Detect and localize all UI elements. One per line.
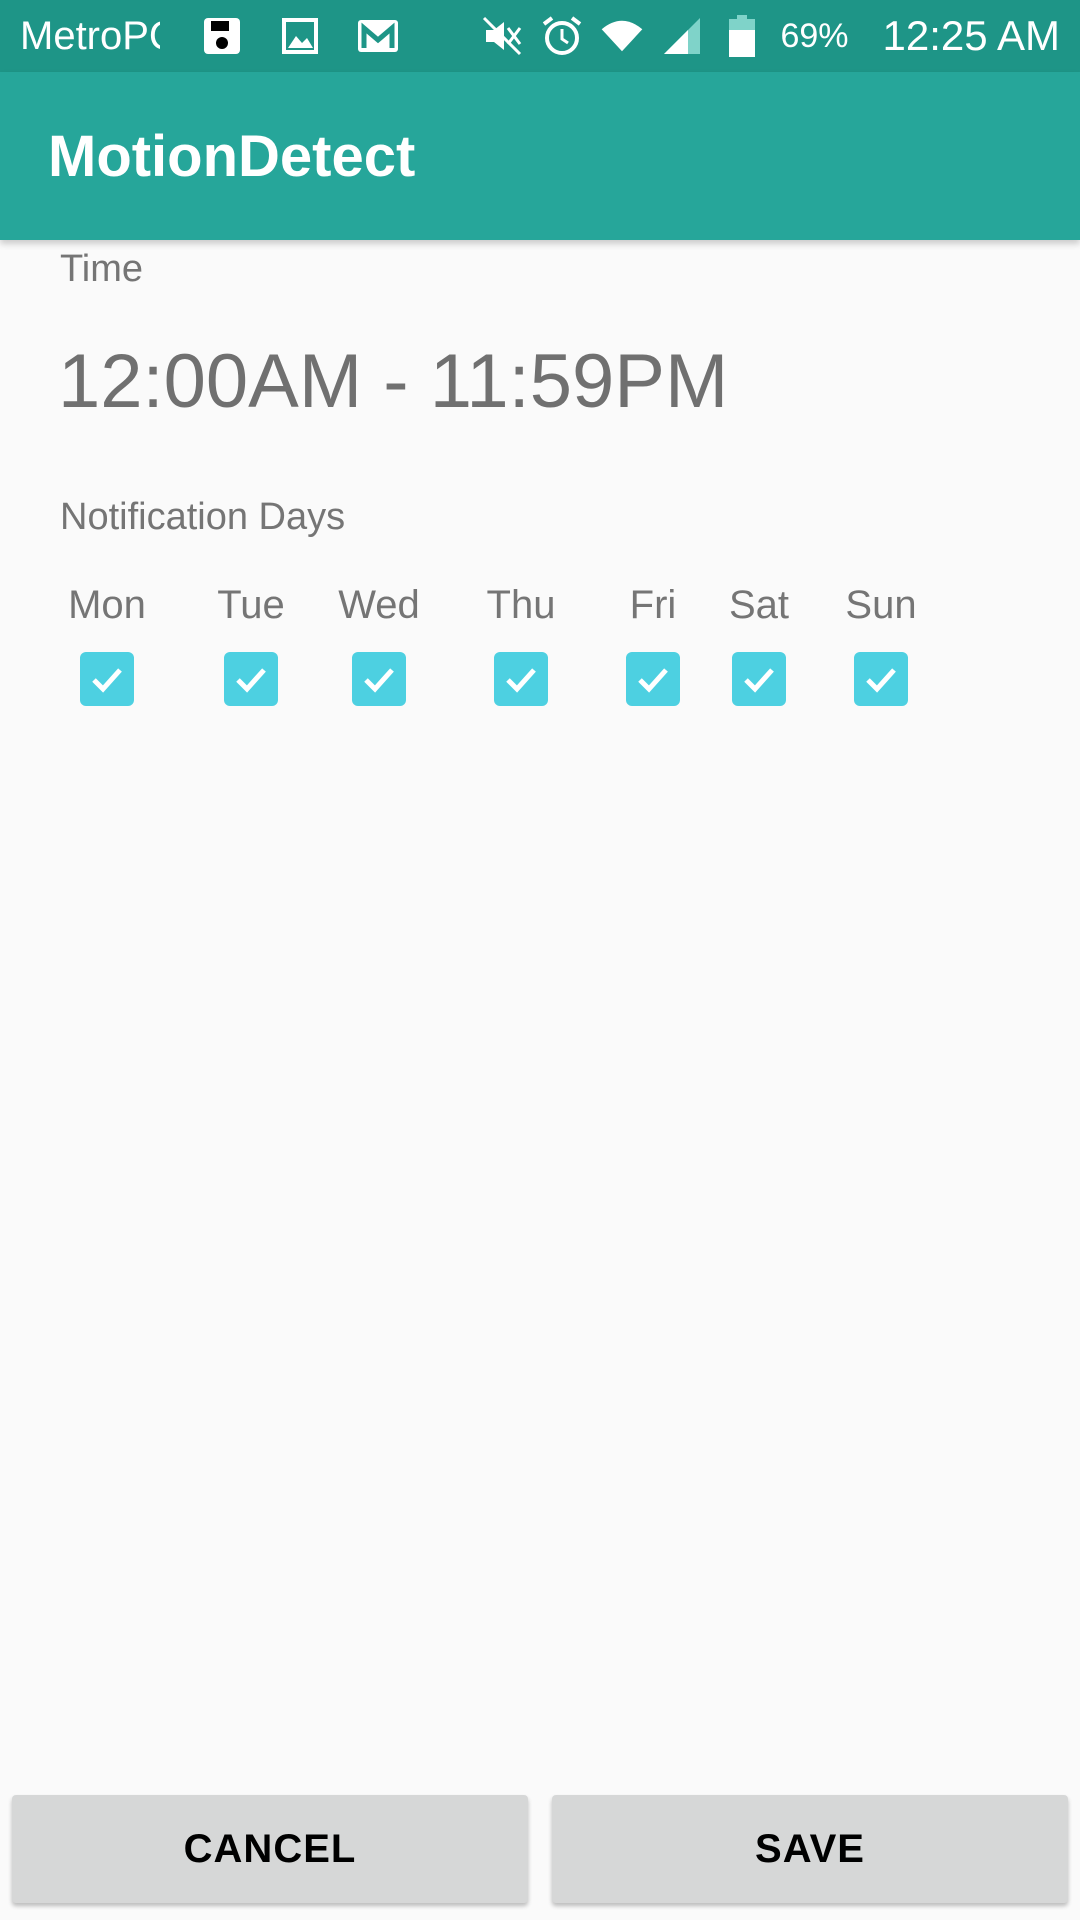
check-icon: [744, 668, 774, 693]
checkbox-mon[interactable]: [80, 652, 134, 706]
notification-days-label: Notification Days: [60, 496, 346, 538]
time-label: Time: [60, 248, 144, 290]
check-icon: [638, 668, 668, 693]
checkbox-tue[interactable]: [224, 652, 278, 706]
carrier-name: MetroPCS: [20, 13, 160, 58]
day-thu: Thu: [466, 580, 576, 720]
check-icon: [364, 668, 394, 693]
day-label: Tue: [217, 583, 285, 627]
status-bar: MetroPCS: [0, 0, 1080, 72]
day-sat: Sat: [704, 580, 814, 720]
app-title: MotionDetect: [48, 123, 416, 189]
signal-icon: [660, 14, 704, 58]
checkbox-fri[interactable]: [626, 652, 680, 706]
save-button[interactable]: SAVE: [552, 1795, 1068, 1903]
days-row: Mon Tue Wed Thu Fri Sat Sun: [0, 580, 1080, 720]
day-label: Thu: [486, 583, 556, 627]
day-tue: Tue: [196, 580, 306, 720]
wifi-icon: [600, 14, 644, 58]
check-icon: [92, 668, 122, 693]
day-fri: Fri: [598, 580, 708, 720]
check-icon: [506, 668, 536, 693]
day-label: Mon: [68, 583, 146, 627]
save-icon: [200, 14, 244, 58]
screen: MetroPCS: [0, 0, 1080, 1920]
app-bar: MotionDetect: [0, 72, 1080, 240]
checkbox-thu[interactable]: [494, 652, 548, 706]
checkbox-wed[interactable]: [352, 652, 406, 706]
system-status: 69% 12:25 AM: [480, 12, 1060, 60]
alarm-icon: [540, 14, 584, 58]
day-wed: Wed: [324, 580, 434, 720]
mute-icon: [480, 14, 524, 58]
day-label: Sun: [845, 583, 917, 627]
day-mon: Mon: [52, 580, 162, 720]
day-label: Fri: [629, 583, 677, 627]
day-sun: Sun: [826, 580, 936, 720]
gmail-icon: [356, 14, 400, 58]
checkbox-sun[interactable]: [854, 652, 908, 706]
battery-percent: 69%: [780, 16, 849, 55]
notification-icons: [200, 14, 400, 58]
status-clock: 12:25 AM: [882, 12, 1060, 59]
check-icon: [866, 668, 896, 693]
checkbox-sat[interactable]: [732, 652, 786, 706]
day-label: Sat: [728, 583, 790, 627]
battery-icon: [720, 14, 764, 58]
image-icon: [278, 14, 322, 58]
check-icon: [236, 668, 266, 693]
time-range-value[interactable]: 12:00AM - 11:59PM: [58, 338, 728, 425]
day-label: Wed: [338, 583, 420, 627]
cancel-button[interactable]: CANCEL: [12, 1795, 528, 1903]
